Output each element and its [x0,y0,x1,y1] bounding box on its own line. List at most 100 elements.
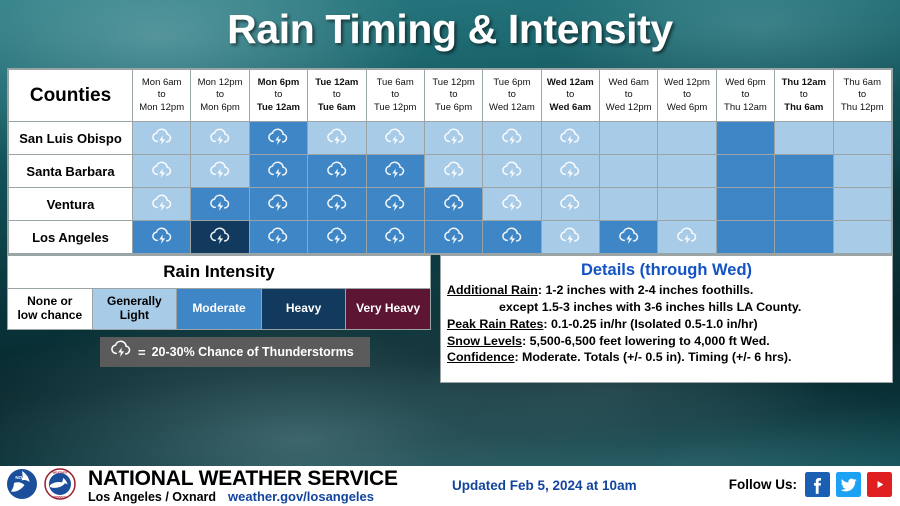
intensity-cell [248,220,309,254]
intensity-cell [540,121,601,155]
legend-swatch-light: Generally Light [92,289,178,329]
period-to: to [274,89,283,101]
agency-name: NATIONAL WEATHER SERVICE [88,466,398,490]
county-label: Ventura [8,187,133,221]
intensity-cell [190,220,250,254]
intensity-cell [307,187,367,221]
period-end: Tue 6pm [434,101,473,113]
thunderstorm-icon [110,339,132,365]
intensity-cell [307,121,367,155]
counties-column-header: Counties [8,69,133,122]
period-header-5: Tue 12pm to Tue 6pm [423,69,484,122]
intensity-cell [657,187,717,221]
details-line-text: except 1.5-3 inches with 3-6 inches hill… [499,299,802,314]
period-header-1: Mon 12pm to Mon 6pm [190,69,250,122]
details-panel: Details (through Wed) Additional Rain: 1… [440,255,893,383]
intensity-cell [832,220,892,254]
period-to: to [566,89,575,101]
intensity-cell [365,154,425,188]
intensity-cell [774,187,834,221]
legend-title: Rain Intensity [8,256,430,289]
intensity-cell [131,220,192,254]
period-start: Wed 6pm [725,77,766,89]
intensity-cell [657,220,717,254]
intensity-cell [832,154,892,188]
legend-swatch-label: Heavy [285,301,322,316]
table-header-row: Counties Mon 6am to Mon 12pm Mon 12pm to Mon … [8,69,892,122]
period-to: to [157,89,166,101]
details-line-text: : Moderate. Totals (+/- 0.5 in). Timing … [514,350,792,365]
intensity-cell [482,187,542,221]
intensity-cell [715,220,776,254]
details-line: Confidence: Moderate. Totals (+/- 0.5 in… [447,349,886,366]
period-header-2: Mon 6pm to Tue 12am [248,69,309,122]
intensity-cell [307,154,367,188]
intensity-cell [131,187,192,221]
table-row: Ventura [8,187,892,221]
period-start: Thu 12am [781,77,826,89]
period-end: Tue 12am [256,101,300,113]
legend-swatch-label: Moderate [192,301,246,316]
intensity-cell [365,121,425,155]
details-lines: Additional Rain: 1-2 inches with 2-4 inc… [447,282,886,366]
period-header-0: Mon 6am to Mon 12pm [131,69,192,122]
details-line: Additional Rain: 1-2 inches with 2-4 inc… [447,282,886,299]
intensity-cell [832,187,892,221]
updated-timestamp: Updated Feb 5, 2024 at 10am [452,478,637,493]
table-row: Santa Barbara [8,154,892,188]
intensity-cell [774,220,834,254]
details-line: Peak Rain Rates: 0.1-0.25 in/hr (Isolate… [447,316,886,333]
period-to: to [391,89,400,101]
period-end: Thu 12pm [840,101,884,113]
period-header-3: Tue 12am to Tue 6am [307,69,367,122]
county-label: Los Angeles [8,220,133,254]
period-to: to [449,89,458,101]
period-header-4: Tue 6am to Tue 12pm [365,69,425,122]
period-header-12: Thu 6am to Thu 12pm [832,69,892,122]
intensity-cell [131,154,192,188]
footer-bar: NOAA WEATHER SERVICE NATIONAL WEATHER SE… [0,466,900,506]
intensity-cell [540,154,601,188]
period-end: Mon 12pm [139,101,185,113]
intensity-cell [307,220,367,254]
twitter-icon[interactable] [836,472,861,497]
period-start: Wed 12pm [664,77,710,89]
website-url[interactable]: weather.gov/losangeles [228,489,374,504]
period-start: Tue 6pm [493,77,531,89]
period-start: Mon 12pm [197,77,243,89]
details-line-text: : 1-2 inches with 2-4 inches foothills. [537,283,754,297]
intensity-cell [190,154,250,188]
period-end: Wed 12am [489,101,535,113]
legend-swatch-label: None or low chance [17,294,83,322]
intensity-cell [598,121,659,155]
county-label: San Luis Obispo [8,121,133,155]
thunderstorm-note: = 20-30% Chance of Thunderstorms [100,337,370,367]
intensity-cell [423,220,484,254]
details-heading: Details (through Wed) [580,261,753,279]
svg-text:NOAA: NOAA [15,475,29,480]
details-line-text: : 5,500-6,500 feet lowering to 4,000 ft … [522,333,770,348]
thunderstorm-equals: = [138,344,146,360]
period-start: Mon 6am [141,77,182,89]
details-line-label: Confidence [447,350,515,365]
period-end: Wed 6pm [666,101,708,113]
intensity-cell [540,187,601,221]
legend-swatch-vheavy: Very Heavy [346,289,430,329]
period-to: to [799,89,808,101]
period-end: Mon 6pm [200,101,240,113]
details-line-label: Snow Levels [447,333,523,348]
intensity-cell [248,121,309,155]
legend-swatch-label: Very Heavy [356,301,421,316]
intensity-cell [131,121,192,155]
period-end: Thu 6am [784,101,824,113]
youtube-icon[interactable] [867,472,892,497]
facebook-icon[interactable] [805,472,830,497]
period-start: Wed 12am [546,77,594,89]
period-to: to [216,89,225,101]
intensity-cell [598,220,659,254]
period-end: Tue 6am [317,101,356,113]
period-end: Thu 12am [724,101,767,113]
county-label: Santa Barbara [8,154,133,188]
period-header-10: Wed 6pm to Thu 12am [715,69,776,122]
svg-text:WEATHER: WEATHER [53,470,69,474]
